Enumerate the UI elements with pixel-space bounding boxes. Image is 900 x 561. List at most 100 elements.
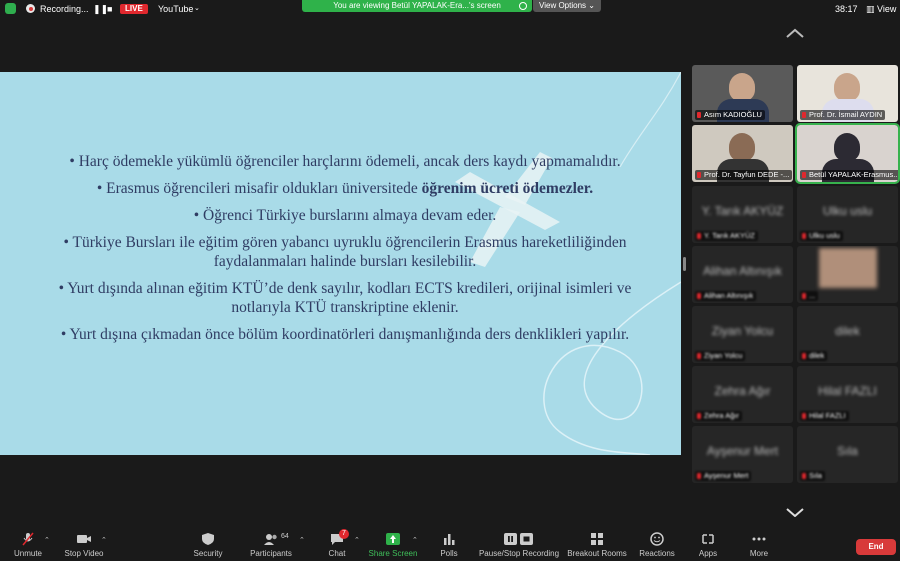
scroll-up-icon[interactable]	[785, 28, 805, 38]
stop-video-button[interactable]: Stop Video	[62, 528, 106, 561]
youtube-label[interactable]: YouTube	[158, 2, 193, 16]
participant-name: Prof. Dr. İsmail AYDIN	[800, 110, 886, 120]
share-screen-button[interactable]: Share Screen	[366, 528, 420, 561]
participant-tile[interactable]: Alihan Altınışık Alihan Altınışık	[692, 246, 793, 303]
participant-big-name: dilek	[835, 324, 860, 338]
video-caret-icon[interactable]: ⌃	[101, 536, 107, 544]
mic-muted-icon	[22, 532, 34, 546]
bullet-1: • Harç ödemekle yükümlü öğrenciler harçl…	[69, 153, 621, 170]
participant-name: Alihan Altınışık	[695, 291, 757, 301]
participant-video	[729, 73, 755, 101]
view-button[interactable]: ▥ View	[866, 2, 896, 16]
pause-recording-label: Pause/Stop Recording	[478, 549, 560, 558]
participant-name: Ulku uslu	[800, 231, 843, 241]
participant-name: Ayşenur Mert	[695, 471, 752, 481]
live-badge[interactable]: LIVE	[120, 4, 148, 14]
screen-share-banner: You are viewing Betül YAPALAK-Era...'s s…	[302, 0, 532, 12]
banner-text: You are viewing Betül YAPALAK-Era...'s s…	[333, 1, 501, 10]
resize-handle[interactable]	[683, 257, 686, 271]
participant-tile[interactable]: Y. Tarık AKYÜZ Y. Tarık AKYÜZ	[692, 186, 793, 243]
participant-tile[interactable]: Ayşenur Mert Ayşenur Mert	[692, 426, 793, 483]
end-meeting-button[interactable]: End	[856, 539, 896, 555]
breakout-rooms-button[interactable]: Breakout Rooms	[566, 528, 628, 561]
participant-name: Sıla	[800, 471, 825, 481]
participant-name: Betül YAPALAK-Erasmus...	[800, 170, 898, 180]
reactions-label: Reactions	[639, 549, 675, 558]
slide-bullets: • Harç ödemekle yükümlü öğrenciler harçl…	[40, 152, 650, 352]
apps-icon	[702, 534, 714, 544]
shield-icon[interactable]	[5, 3, 16, 14]
security-button[interactable]: Security	[190, 528, 226, 561]
pause-stop-recording-button[interactable]: Pause/Stop Recording	[478, 528, 560, 561]
chevron-down-icon[interactable]: ⌄	[194, 2, 200, 16]
bullet-2-bold: öğrenim ücreti ödemezler.	[421, 180, 594, 197]
recording-icon	[26, 4, 35, 13]
participant-big-name: Y. Tarık AKYÜZ	[701, 204, 784, 218]
chat-label: Chat	[328, 549, 346, 558]
more-button[interactable]: More	[744, 528, 774, 561]
participant-name: Y. Tarık AKYÜZ	[695, 231, 758, 241]
participant-tile[interactable]: Ziyan Yolcu Ziyan Yolcu	[692, 306, 793, 363]
indicator-icon	[519, 2, 527, 10]
bullet-5: • Yurt dışında alınan eğitim KTÜ’de denk…	[58, 280, 632, 316]
apps-label: Apps	[698, 549, 718, 558]
participant-name: ...	[800, 291, 819, 301]
share-caret-icon[interactable]: ⌃	[412, 536, 418, 544]
share-screen-label: Share Screen	[368, 549, 418, 558]
meeting-timer: 38:17	[835, 4, 858, 14]
reactions-button[interactable]: Reactions	[638, 528, 676, 561]
participant-name: Hilal FAZLI	[800, 411, 849, 421]
participant-name: Ziyan Yolcu	[695, 351, 746, 361]
participant-tile[interactable]: Zehra Ağır Zehra Ağır	[692, 366, 793, 423]
participant-big-name: Hilal FAZLI	[818, 384, 877, 398]
pause-recording-icon[interactable]: ❚❚	[93, 2, 108, 16]
participant-video	[834, 133, 860, 161]
view-label: View	[877, 4, 897, 14]
participant-tile[interactable]: Hilal FAZLI Hilal FAZLI	[797, 366, 898, 423]
participant-tile[interactable]: Prof. Dr. İsmail AYDIN	[797, 65, 898, 122]
participant-tile[interactable]: Sıla Sıla	[797, 426, 898, 483]
participant-big-name: Ziyan Yolcu	[711, 324, 774, 338]
participant-big-name: Zehra Ağır	[714, 384, 771, 398]
scroll-down-icon[interactable]	[785, 507, 805, 517]
participant-big-name: Alihan Altınışık	[703, 264, 782, 278]
recording-status: Recording...	[40, 4, 89, 14]
unmute-caret-icon[interactable]: ⌃	[44, 536, 50, 544]
participant-video	[834, 73, 860, 101]
breakout-rooms-icon	[591, 533, 603, 545]
participants-caret-icon[interactable]: ⌃	[299, 536, 305, 544]
participant-tile[interactable]: dilek dilek	[797, 306, 898, 363]
meeting-toolbar: Unmute ⌃ Stop Video ⌃ Security Participa…	[0, 528, 900, 561]
participant-tile[interactable]: ...	[797, 246, 898, 303]
bullet-6: • Yurt dışına çıkmadan önce bölüm koordi…	[60, 326, 630, 343]
unmute-button[interactable]: Unmute	[8, 528, 48, 561]
breakout-label: Breakout Rooms	[567, 549, 627, 558]
smiley-icon	[650, 532, 664, 546]
polls-label: Polls	[440, 549, 458, 558]
participant-avatar	[819, 248, 877, 288]
more-dots-icon	[752, 537, 766, 541]
participant-video	[729, 133, 755, 161]
participant-name: dilek	[800, 351, 828, 361]
participants-icon	[264, 534, 277, 545]
video-camera-icon	[77, 535, 91, 543]
shield-icon	[202, 533, 214, 545]
participant-name: Prof. Dr. Tayfun DEDE -...	[695, 170, 793, 180]
chat-caret-icon[interactable]: ⌃	[354, 536, 360, 544]
participants-count: 64	[281, 533, 289, 540]
apps-button[interactable]: Apps	[694, 528, 722, 561]
view-options-button[interactable]: View Options ⌄	[533, 0, 601, 12]
participant-tile-active[interactable]: Betül YAPALAK-Erasmus...	[795, 123, 900, 184]
unmute-label: Unmute	[13, 549, 42, 558]
polls-icon	[444, 534, 455, 545]
participant-tile[interactable]: Asım KADIOĞLU	[692, 65, 793, 122]
stop-recording-icon[interactable]: ■	[107, 2, 112, 16]
bullet-2: • Erasmus öğrencileri misafir oldukları …	[40, 179, 650, 198]
security-label: Security	[193, 549, 223, 558]
participant-tile[interactable]: Ulku uslu Ulku uslu	[797, 186, 898, 243]
top-bar: Recording... ❚❚ ■ LIVE YouTube ⌄ You are…	[0, 0, 900, 18]
participant-tile[interactable]: Prof. Dr. Tayfun DEDE -...	[692, 125, 793, 182]
stop-video-label: Stop Video	[64, 549, 104, 558]
bullet-2-text: • Erasmus öğrencileri misafir oldukları …	[96, 180, 418, 197]
polls-button[interactable]: Polls	[436, 528, 462, 561]
